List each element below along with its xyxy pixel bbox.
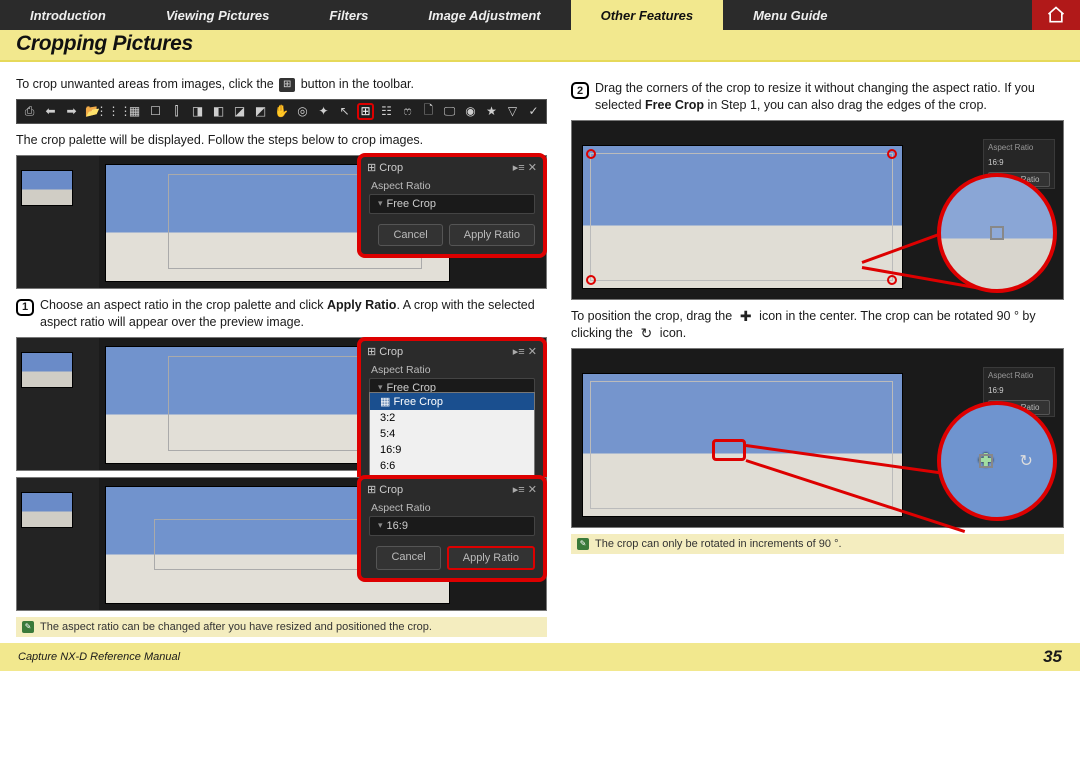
apply-ratio-button-highlighted: Apply Ratio [447, 546, 535, 570]
zoom-detail-corner [937, 173, 1057, 293]
page-footer: Capture NX-D Reference Manual 35 [0, 643, 1080, 671]
star-icon: ★ [483, 103, 500, 120]
check-icon: ✓ [525, 103, 542, 120]
footer-title: Capture NX-D Reference Manual [18, 651, 180, 663]
screenshot-position-crop: Aspect Ratio 16:9 Apply Ratio ✚ ↻ [571, 348, 1064, 528]
crop-palette-dropdown-callout: ⊞ Crop▸≡ ✕ Aspect Ratio Free Crop ▦ Free… [357, 337, 547, 488]
crop-palette-callout-1: ⊞ Crop▸≡ ✕ Aspect Ratio Free Crop Cancel… [357, 153, 547, 258]
crop-handle-bl [586, 275, 596, 285]
rotate-handle-icon: ↻ [1019, 451, 1032, 471]
compare4-icon: ◩ [252, 103, 269, 120]
note-aspect-ratio: The aspect ratio can be changed after yo… [16, 617, 547, 637]
crop-palette-icon: ⊞ [367, 162, 376, 174]
crop-icon: ⊞ [357, 103, 374, 120]
compare2-icon: ◧ [210, 103, 227, 120]
option-6-6: 6:6 [370, 458, 534, 474]
step-number-2: 2 [571, 82, 589, 99]
home-button[interactable] [1032, 0, 1080, 30]
forward-icon: ➡ [63, 103, 80, 120]
option-3-2: 3:2 [370, 410, 534, 426]
compare1-icon: ◨ [189, 103, 206, 120]
redeye-icon: ෆ [399, 103, 416, 120]
page-number: 35 [1043, 647, 1062, 667]
toolbar-screenshot: ⎙ ⬅ ➡ 📂 ⋮⋮⋮ ▦ ☐ ⫿ ◨ ◧ ◪ ◩ ✋ ◎ ✦ ↖ ⊞ ☷ ෆ … [16, 99, 547, 124]
aspect-ratio-label: Aspect Ratio [371, 180, 535, 192]
rotate-icon: ↻ [638, 326, 654, 340]
right-column: 2 Drag the corners of the crop to resize… [571, 72, 1064, 637]
crop-center-node-icon [979, 454, 993, 468]
thumbnail [21, 170, 73, 206]
crop-tool-icon: ⊞ [279, 78, 295, 92]
record-icon: ◉ [462, 103, 479, 120]
crop-region [590, 153, 893, 281]
note-icon [577, 538, 589, 550]
option-16-9: 16:9 [370, 442, 534, 458]
zoom-detail-center: ✚ ↻ [937, 401, 1057, 521]
sparkle-icon: ✦ [315, 103, 332, 120]
step-2: 2 Drag the corners of the crop to resize… [571, 80, 1064, 114]
monitor-icon: 🖵 [441, 103, 458, 120]
crop-handle-br [887, 275, 897, 285]
crop-handle-tr [887, 149, 897, 159]
step-number-1: 1 [16, 299, 34, 316]
screenshot-resize-crop: Aspect Ratio 16:9 Apply Ratio [571, 120, 1064, 300]
move-icon: ✚ [738, 309, 754, 323]
single-view-icon: ☐ [147, 103, 164, 120]
hand-icon: ✋ [273, 103, 290, 120]
tab-filters[interactable]: Filters [299, 0, 398, 30]
target-icon: ◎ [294, 103, 311, 120]
position-crop-text: To position the crop, drag the ✚ icon in… [571, 308, 1064, 342]
page-title-band: Cropping Pictures [0, 30, 1080, 62]
page-title: Cropping Pictures [16, 32, 1064, 56]
print-icon: ⎙ [21, 103, 38, 120]
back-icon: ⬅ [42, 103, 59, 120]
cancel-button: Cancel [378, 224, 442, 246]
top-tab-bar: Introduction Viewing Pictures Filters Im… [0, 0, 1080, 30]
left-column: To crop unwanted areas from images, clic… [16, 72, 547, 637]
step-1: 1 Choose an aspect ratio in the crop pal… [16, 297, 547, 331]
tab-introduction[interactable]: Introduction [0, 0, 136, 30]
note-icon [22, 621, 34, 633]
intro-text-2: The crop palette will be displayed. Foll… [16, 132, 547, 149]
crop-palette-callout-3: ⊞ Crop▸≡ ✕ Aspect Ratio 16:9 Cancel Appl… [357, 475, 547, 582]
tab-viewing-pictures[interactable]: Viewing Pictures [136, 0, 300, 30]
grid-small-icon: ⋮⋮⋮ [105, 103, 122, 120]
option-5-4: 5:4 [370, 426, 534, 442]
straighten-icon: ☷ [378, 103, 395, 120]
compare3-icon: ◪ [231, 103, 248, 120]
cancel-button: Cancel [376, 546, 440, 570]
dual-view-icon: ⫿ [168, 103, 185, 120]
aspect-ratio-select: Free Crop [369, 194, 535, 214]
tab-menu-guide[interactable]: Menu Guide [723, 0, 857, 30]
grid-large-icon: ▦ [126, 103, 143, 120]
tab-image-adjustment[interactable]: Image Adjustment [398, 0, 570, 30]
intro-text-1: To crop unwanted areas from images, clic… [16, 76, 547, 93]
crop-handle-tl [586, 149, 596, 159]
page-icon: 🗋 [420, 103, 437, 120]
tab-other-features[interactable]: Other Features [571, 0, 723, 30]
home-icon [1046, 5, 1066, 25]
option-free-crop: ▦ Free Crop [370, 393, 534, 410]
filter-icon: ▽ [504, 103, 521, 120]
note-rotate-90: The crop can only be rotated in incremen… [571, 534, 1064, 554]
crop-corner-node-icon [990, 226, 1004, 240]
close-icon: ▸≡ ✕ [513, 161, 537, 174]
pointer-icon: ↖ [336, 103, 353, 120]
apply-ratio-button: Apply Ratio [449, 224, 535, 246]
